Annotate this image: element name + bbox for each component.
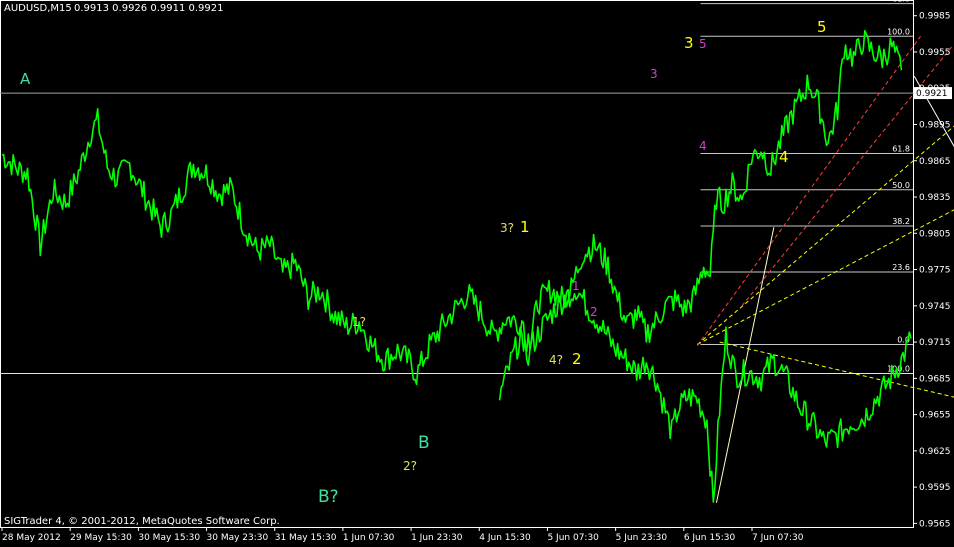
wave-label-4-question: 4? — [549, 353, 563, 367]
lower-channel-line — [715, 227, 775, 503]
price-tick-label: 0.9985 — [919, 12, 951, 22]
symbol-label: AUDUSD,M15 — [4, 3, 72, 14]
subwave-label-2: 2 — [590, 305, 598, 319]
time-tick-label: 1 Jun 23:30 — [411, 533, 463, 543]
time-tick-label: 30 May 23:30 — [207, 533, 269, 543]
time-tick-label: 31 May 15:30 — [275, 533, 337, 543]
fib-level-label: 100.0 — [887, 27, 910, 36]
subwave-label-1: 1 — [572, 279, 580, 293]
trading-chart-window[interactable]: 61.8100.061.850.038.223.60.0100.0 AB?B1?… — [0, 0, 954, 547]
subwave-label-5: 5 — [699, 37, 707, 51]
time-tick-label: 7 Jun 07:30 — [752, 533, 804, 543]
price-tick-label: 0.9865 — [919, 157, 951, 167]
wave-label-2-question: 2? — [403, 459, 417, 473]
price-tick-label: 0.9685 — [919, 374, 951, 384]
price-tick-label: 0.9595 — [919, 483, 951, 493]
wave-label-B-question: B? — [318, 487, 339, 507]
fan-line-upper — [696, 125, 954, 345]
fan-line-lower — [697, 209, 954, 345]
wave-label-B: B — [418, 433, 430, 453]
time-tick-label: 4 Jun 15:30 — [479, 533, 531, 543]
ohlc-readout: 0.9913 0.9926 0.9911 0.9921 — [74, 3, 224, 14]
plot-frame — [0, 0, 914, 528]
time-tick-label: 29 May 15:30 — [70, 533, 132, 543]
subwave-label-3: 3 — [650, 67, 658, 81]
wave-label-1: 1 — [520, 218, 530, 236]
price-tick-label: 0.9565 — [919, 519, 951, 529]
fib-level-label: 38.2 — [892, 217, 910, 226]
copyright-label: SIGTrader 4, © 2001-2012, MetaQuotes Sof… — [4, 516, 280, 527]
current-price-label: 0.9921 — [916, 89, 948, 99]
wave-label-5: 5 — [817, 18, 827, 36]
price-tick-label: 0.9715 — [919, 338, 951, 348]
price-tick-label: 0.9655 — [919, 411, 951, 421]
wave-label-A: A — [20, 70, 31, 88]
fib-level-label: 50.0 — [892, 181, 910, 190]
wave-label-3: 3 — [684, 34, 694, 52]
price-tick-label: 0.9775 — [919, 266, 951, 276]
time-tick-label: 28 May 2012 — [2, 533, 61, 543]
fib-level-label: 100.0 — [887, 364, 910, 373]
price-tick-label: 0.9895 — [919, 120, 951, 130]
fib-level-label: 23.6 — [892, 263, 910, 272]
time-tick-label: 6 Jun 15:30 — [684, 533, 736, 543]
time-tick-label: 30 May 15:30 — [138, 533, 200, 543]
wave-label-1-question: 1? — [352, 315, 366, 329]
price-series-line — [1, 108, 912, 503]
price-tick-label: 0.9625 — [919, 447, 951, 457]
wave-label-2: 2 — [572, 350, 582, 368]
price-tick-label: 0.9835 — [919, 193, 951, 203]
price-tick-label: 0.9745 — [919, 302, 951, 312]
fib-level-label: 61.8 — [892, 145, 910, 154]
time-tick-label: 5 Jun 23:30 — [616, 533, 668, 543]
price-chart[interactable]: 61.8100.061.850.038.223.60.0100.0 AB?B1?… — [0, 0, 954, 547]
subwave-label-4: 4 — [699, 139, 707, 153]
price-tick-label: 0.9805 — [919, 229, 951, 239]
price-tick-label: 0.9955 — [919, 48, 951, 58]
time-tick-label: 1 Jun 07:30 — [343, 533, 395, 543]
fib-level-label: 61.8 — [892, 0, 910, 4]
time-tick-label: 5 Jun 07:30 — [547, 533, 599, 543]
wave-label-3-question: 3? — [500, 221, 514, 235]
wave-label-4: 4 — [779, 148, 789, 166]
